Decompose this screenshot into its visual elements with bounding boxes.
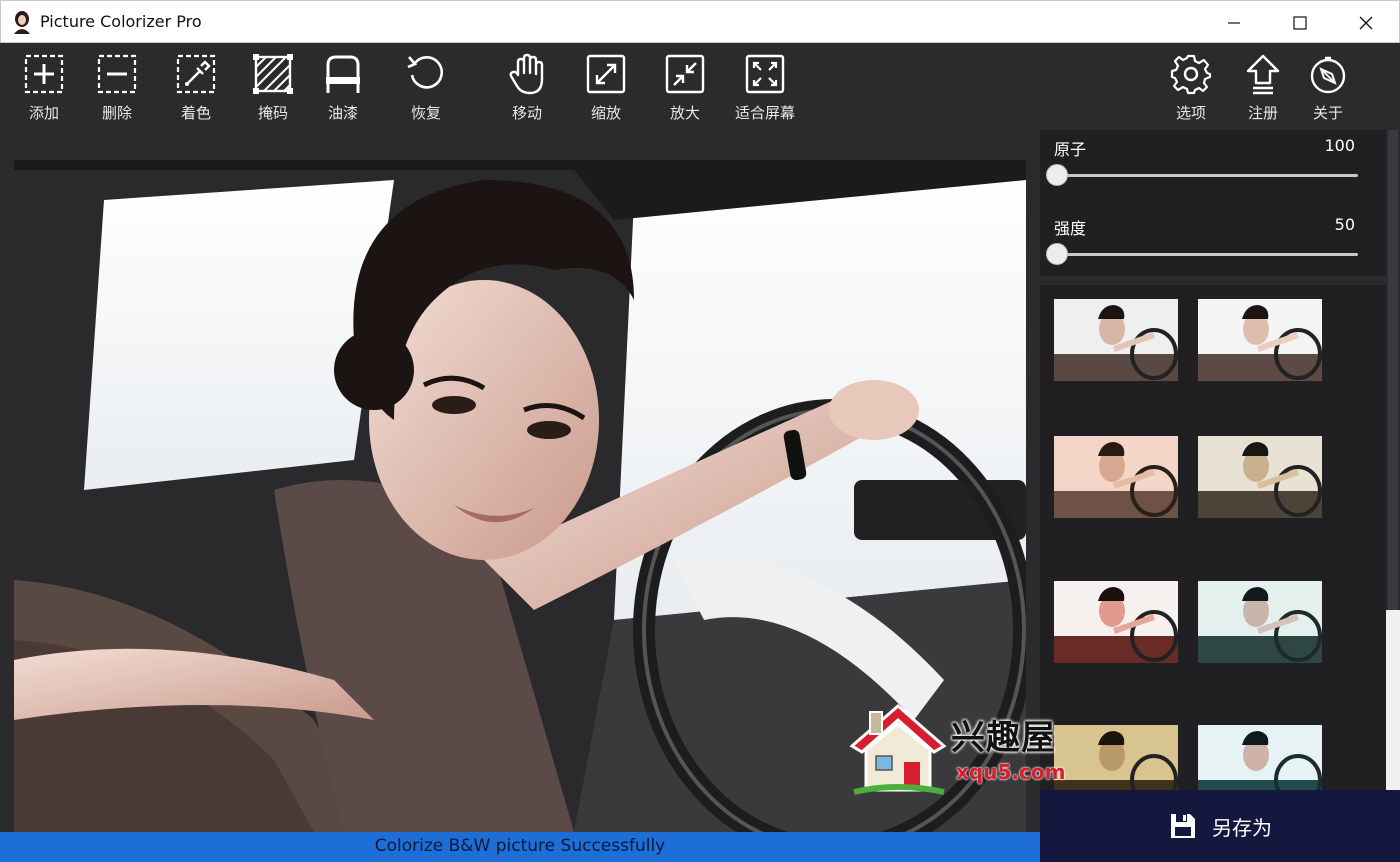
add-icon: [24, 54, 64, 94]
filter-thumbnail[interactable]: [1198, 299, 1322, 381]
about-button[interactable]: 关于: [1306, 53, 1350, 125]
minimize-icon: [1228, 21, 1240, 24]
strength-slider-thumb[interactable]: [1046, 243, 1068, 265]
close-icon: [1359, 16, 1373, 29]
zoom-label: 缩放: [590, 104, 621, 122]
save-icon: [1171, 814, 1195, 838]
zoom-icon: [586, 54, 626, 94]
options-label: 选项: [1175, 104, 1206, 122]
colorize-icon: [176, 54, 216, 94]
maximize-icon: [1293, 15, 1307, 30]
original-slider-track[interactable]: [1056, 174, 1358, 177]
strength-slider-value: 50: [1334, 215, 1355, 234]
register-button[interactable]: 注册: [1241, 53, 1285, 125]
gear-icon: [1170, 54, 1212, 95]
status-text: Colorize B&W picture Successfully: [374, 836, 666, 856]
about-label: 关于: [1312, 104, 1343, 122]
original-slider-label: 原子: [1054, 140, 1087, 159]
right-panel: 原子 100 强度 50: [1040, 130, 1386, 790]
strength-slider-track[interactable]: [1056, 253, 1358, 256]
fit-screen-icon: [745, 54, 785, 94]
restore-button[interactable]: 恢复: [404, 53, 448, 125]
enlarge-label: 放大: [669, 104, 700, 122]
status-bar: Colorize B&W picture Successfully: [0, 832, 1040, 862]
filter-thumbnail[interactable]: [1054, 581, 1178, 663]
filter-thumbnail[interactable]: [1198, 725, 1322, 790]
paint-label: 油漆: [327, 104, 358, 122]
app-logo-icon: [14, 11, 30, 34]
filter-thumbnails: [1040, 285, 1386, 790]
paint-icon: [326, 55, 360, 93]
minimize-button[interactable]: [1201, 1, 1267, 44]
colorize-label: 着色: [180, 104, 211, 122]
fit-screen-label: 适合屏幕: [734, 104, 795, 122]
scrollbar-thumb[interactable]: [1388, 130, 1398, 610]
enlarge-icon: [665, 54, 705, 94]
enlarge-button[interactable]: 放大: [663, 53, 707, 125]
paint-button[interactable]: 油漆: [321, 53, 365, 125]
filter-thumbnail[interactable]: [1054, 436, 1178, 518]
filter-thumbnail[interactable]: [1198, 581, 1322, 663]
original-slider-value: 100: [1324, 136, 1355, 155]
fit-screen-button[interactable]: 适合屏幕: [733, 53, 797, 125]
watermark: 兴趣屋 xqu5.com: [848, 700, 1078, 800]
watermark-text: 兴趣屋: [951, 718, 1056, 758]
move-button[interactable]: 移动: [505, 53, 549, 125]
original-slider-thumb[interactable]: [1046, 164, 1068, 186]
add-label: 添加: [28, 104, 59, 122]
compass-icon: [1310, 56, 1346, 94]
save-as-button[interactable]: 另存为: [1040, 790, 1400, 862]
house-logo-icon: [849, 704, 947, 795]
delete-button[interactable]: 删除: [95, 53, 139, 125]
toolbar: 添加 删除 着色 掩码 油漆 恢复 移动 缩放 放大 适合屏幕 选项 注册 关于: [0, 43, 1400, 130]
filter-thumbnail[interactable]: [1054, 299, 1178, 381]
colorize-button[interactable]: 着色: [174, 53, 218, 125]
title-bar: Picture Colorizer Pro: [0, 0, 1400, 43]
mask-label: 掩码: [257, 104, 288, 122]
move-label: 移动: [511, 104, 542, 122]
strength-slider-label: 强度: [1054, 219, 1087, 238]
slider-section: 原子 100 强度 50: [1040, 130, 1386, 276]
register-icon: [1246, 54, 1280, 95]
filter-thumbnail[interactable]: [1198, 436, 1322, 518]
add-button[interactable]: 添加: [22, 53, 66, 125]
delete-label: 删除: [101, 104, 132, 122]
panel-scrollbar[interactable]: [1386, 130, 1400, 790]
zoom-button[interactable]: 缩放: [584, 53, 628, 125]
maximize-button[interactable]: [1267, 1, 1333, 44]
scrollbar-track[interactable]: [1386, 610, 1400, 790]
register-label: 注册: [1247, 104, 1278, 122]
save-as-label: 另存为: [1212, 815, 1272, 840]
close-button[interactable]: [1333, 1, 1399, 44]
restore-label: 恢复: [410, 104, 441, 122]
delete-icon: [97, 54, 137, 94]
mask-icon: [253, 54, 293, 94]
mask-button[interactable]: 掩码: [251, 53, 295, 125]
watermark-url: xqu5.com: [956, 760, 1066, 784]
window-title: Picture Colorizer Pro: [40, 12, 202, 31]
options-button[interactable]: 选项: [1169, 53, 1213, 125]
restore-icon: [407, 56, 444, 89]
hand-icon: [509, 53, 544, 95]
